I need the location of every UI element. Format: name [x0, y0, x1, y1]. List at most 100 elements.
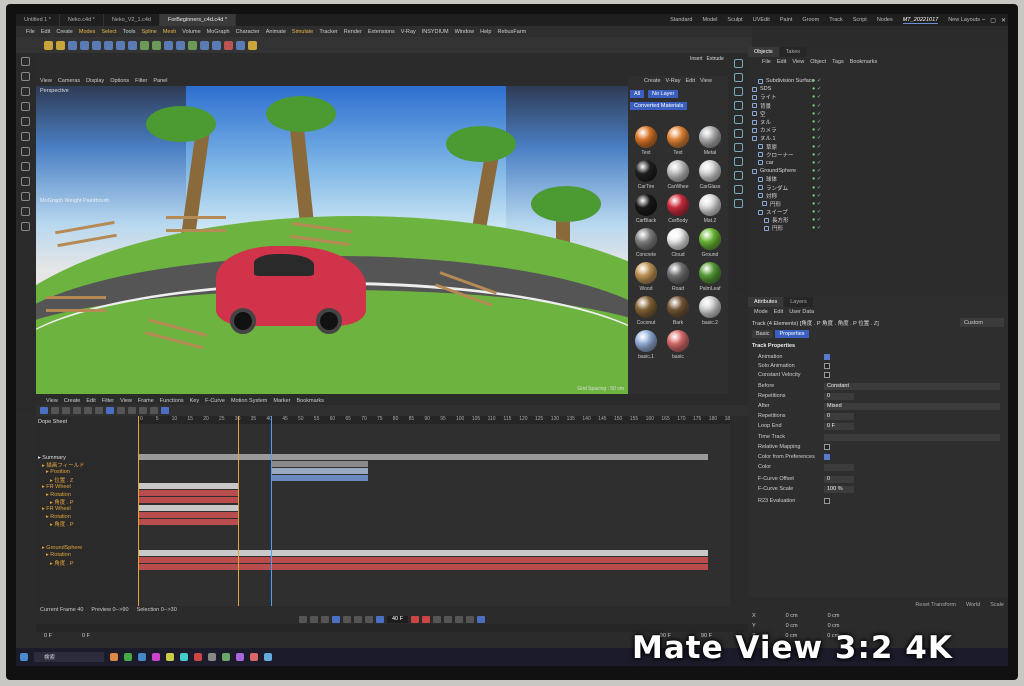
tab-objects[interactable]: Objects	[748, 47, 779, 57]
visibility-flags[interactable]: ● ✓	[812, 209, 821, 215]
cloner-icon[interactable]	[733, 115, 743, 124]
coord-header-item[interactable]: Scale	[990, 602, 1004, 608]
object-menu-item[interactable]: File	[762, 59, 771, 65]
go-start-icon[interactable]	[298, 615, 307, 623]
menu-item[interactable]: RebusFarm	[497, 29, 526, 35]
menu-item[interactable]: Create	[56, 29, 73, 35]
material-swatch[interactable]: Text	[662, 126, 694, 156]
visibility-flags[interactable]: ● ✓	[812, 225, 821, 231]
effector-icon[interactable]	[733, 129, 743, 138]
next-key-icon[interactable]	[353, 615, 362, 623]
viewport-menu-item[interactable]: View	[40, 78, 52, 84]
document-tab[interactable]: Neko.c4d *	[60, 14, 104, 26]
object-row[interactable]: ヌル ● ✓	[748, 118, 1008, 126]
material-swatch[interactable]: Coconut	[630, 296, 662, 326]
material-swatch[interactable]: Text	[630, 126, 662, 156]
coordinate-value[interactable]: 0 cm	[828, 623, 840, 629]
visibility-flags[interactable]: ● ✓	[812, 78, 821, 84]
layout-tab[interactable]: New Layouts	[948, 17, 980, 23]
maximize-icon[interactable]: ▢	[990, 17, 996, 24]
app-icon[interactable]	[236, 653, 244, 661]
go-end-icon[interactable]	[364, 615, 373, 623]
polygon-mode-icon[interactable]	[20, 117, 30, 126]
attribute-checkbox[interactable]	[824, 454, 830, 460]
timeline-menu-item[interactable]: Key	[190, 398, 199, 404]
layout-tab[interactable]: Model	[702, 17, 717, 23]
menu-item[interactable]: File	[26, 29, 35, 35]
minimize-icon[interactable]: –	[982, 17, 985, 23]
timeline-menu-item[interactable]: Bookmarks	[297, 398, 325, 404]
timeline-menu-item[interactable]: Create	[64, 398, 81, 404]
ease-in-icon[interactable]	[139, 407, 147, 414]
layout-tab[interactable]: UVEdit	[753, 17, 770, 23]
min-frame-field[interactable]: 0 F	[44, 633, 52, 639]
attribute-checkbox[interactable]	[824, 444, 830, 450]
attribute-value[interactable]: 0	[824, 475, 854, 483]
lock-icon[interactable]	[20, 207, 30, 216]
track-row[interactable]: ▸ 角度 . P	[50, 498, 74, 506]
track-row[interactable]: ▸ 角度 . P	[50, 521, 74, 528]
menu-item[interactable]: Window	[455, 29, 475, 35]
track-row[interactable]: ▸ 描画フィールド	[42, 461, 85, 469]
viewport-menu-item[interactable]: Display	[86, 78, 104, 84]
position-key-icon[interactable]	[444, 615, 452, 623]
layout-tab[interactable]: Script	[853, 17, 867, 23]
keyframe-bar[interactable]	[138, 483, 238, 489]
timeline-menu-item[interactable]: Marker	[273, 398, 290, 404]
menu-item[interactable]: V-Ray	[401, 29, 416, 35]
visibility-flags[interactable]: ● ✓	[812, 201, 821, 207]
object-row[interactable]: ライト ● ✓	[748, 93, 1008, 101]
preview-min-field[interactable]: 0 F	[82, 633, 90, 639]
ease-out-icon[interactable]	[150, 407, 158, 414]
material-menu-item[interactable]: View	[700, 78, 712, 84]
menu-item[interactable]: Modes	[79, 29, 96, 35]
subdivision-icon[interactable]	[188, 40, 197, 50]
prev-key-icon[interactable]	[309, 615, 318, 623]
fcurve-mode-icon[interactable]	[51, 407, 59, 414]
menu-item[interactable]: Extensions	[368, 29, 395, 35]
material-swatch[interactable]: CarBlack	[630, 194, 662, 224]
object-row[interactable]: カメラ ● ✓	[748, 126, 1008, 134]
tab-layers[interactable]: Layers	[784, 297, 813, 307]
next-frame-icon[interactable]	[342, 615, 351, 623]
auto-key-icon[interactable]	[422, 615, 430, 623]
object-menu-item[interactable]: Tags	[832, 59, 844, 65]
attribute-menu-item[interactable]: Edit	[774, 309, 783, 315]
cube-icon[interactable]	[164, 40, 173, 50]
visibility-flags[interactable]: ● ✓	[812, 185, 821, 191]
fps-icon[interactable]	[477, 615, 485, 623]
undo-icon[interactable]	[44, 40, 53, 50]
attribute-checkbox[interactable]	[824, 363, 830, 369]
preview-start-marker[interactable]	[138, 416, 139, 606]
material-swatch[interactable]: Concrete	[630, 228, 662, 258]
frame-ruler[interactable]: 0510152025303540455055606570758085909510…	[138, 416, 730, 424]
track-row[interactable]: ▸ 角度 . P	[50, 559, 74, 567]
material-swatch[interactable]: PalmLeaf	[694, 262, 726, 292]
field-icon[interactable]	[224, 40, 233, 50]
menu-item[interactable]: Tools	[123, 29, 136, 35]
viewport-menu-item[interactable]: Options	[110, 78, 129, 84]
keyframe-bar[interactable]	[138, 454, 708, 460]
object-row[interactable]: 円形 ● ✓	[748, 224, 1008, 232]
attribute-value[interactable]: 0	[824, 412, 854, 420]
menu-item[interactable]: Render	[344, 29, 362, 35]
keyframe-bar[interactable]	[138, 557, 708, 563]
app-icon[interactable]	[138, 653, 146, 661]
material-swatch[interactable]: Metal	[694, 126, 726, 156]
keyframe-bar[interactable]	[271, 461, 368, 467]
keyframe-bar[interactable]	[271, 475, 368, 481]
selection-end-marker[interactable]	[238, 416, 239, 606]
app-icon[interactable]	[180, 653, 188, 661]
material-swatch[interactable]: Bark	[662, 296, 694, 326]
car-model[interactable]	[216, 246, 366, 334]
tab-attributes[interactable]: Attributes	[748, 297, 784, 307]
timeline-menu-item[interactable]: Filter	[102, 398, 114, 404]
menu-item[interactable]: Help	[480, 29, 491, 35]
taskbar-search[interactable]: 検索	[34, 652, 104, 662]
attribute-value[interactable]	[824, 463, 854, 471]
viewport[interactable]: Perspective MoGraph Weight Paintbrush Gr…	[36, 86, 628, 394]
rotate-tool-icon[interactable]	[20, 87, 30, 96]
tab-takes[interactable]: Takes	[779, 47, 807, 57]
spline-key-icon[interactable]	[128, 407, 136, 414]
visibility-flags[interactable]: ● ✓	[812, 94, 821, 100]
